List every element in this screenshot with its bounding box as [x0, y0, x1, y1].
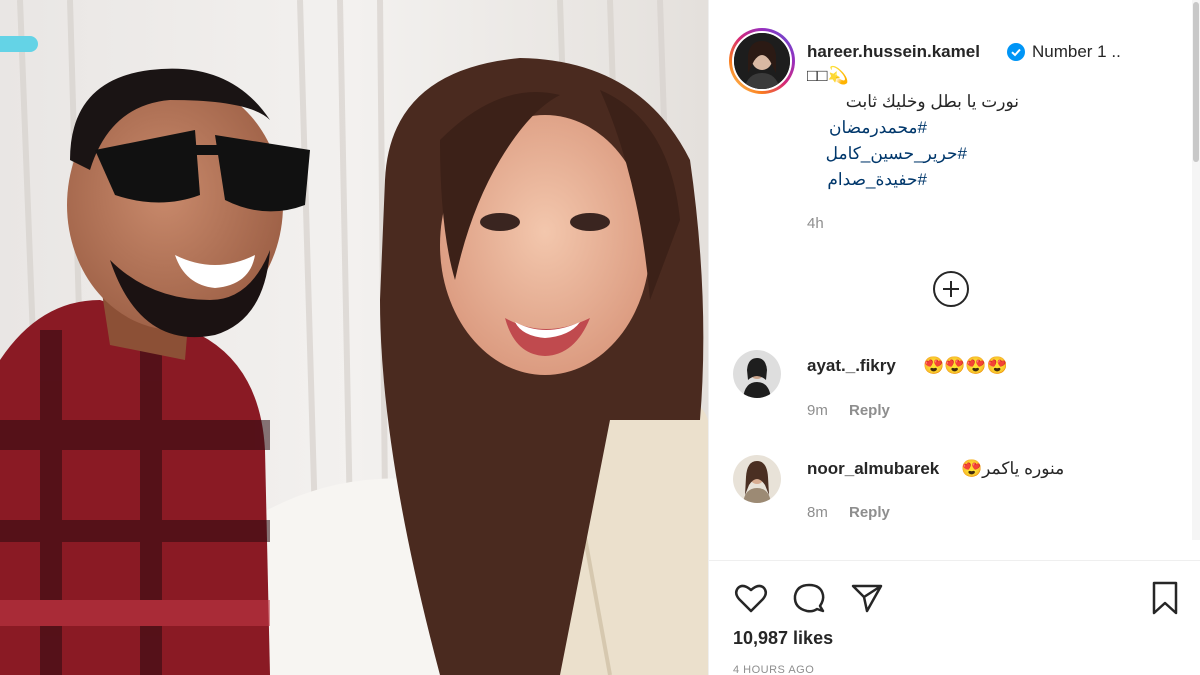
- comment-icon[interactable]: [789, 578, 829, 618]
- verified-badge-icon: [1007, 43, 1025, 61]
- reply-button[interactable]: Reply: [849, 504, 890, 521]
- post-photo-illustration: [0, 0, 708, 675]
- comment-avatar-image: [733, 455, 781, 503]
- load-more-comments-button[interactable]: [933, 271, 969, 307]
- action-divider: [709, 560, 1200, 561]
- hashtag-link[interactable]: #حرير_حسين_كامل: [807, 144, 967, 164]
- comment-time[interactable]: 8m: [807, 504, 828, 521]
- caption-arabic: نورت يا بطل وخليك ثابت: [845, 92, 1019, 111]
- author-avatar-ring[interactable]: [729, 28, 795, 94]
- comment-time[interactable]: 9m: [807, 402, 828, 419]
- hashtag-link[interactable]: #حفيدة_صدام: [807, 170, 927, 190]
- heart-icon[interactable]: [731, 578, 771, 618]
- reply-button[interactable]: Reply: [849, 402, 890, 419]
- author-avatar[interactable]: [732, 31, 792, 91]
- posted-time: 4 HOURS AGO: [733, 664, 815, 675]
- comment-avatar[interactable]: [733, 350, 781, 398]
- author-avatar-image: [734, 33, 790, 89]
- post-photo[interactable]: [0, 0, 708, 675]
- comment-avatar-image: [733, 350, 781, 398]
- caption-emoji: □□💫: [807, 66, 849, 85]
- comment-text: 😍😍😍😍: [923, 356, 1008, 375]
- comment-username[interactable]: ayat._.fikry: [807, 356, 896, 376]
- share-icon[interactable]: [847, 578, 887, 618]
- scrollbar[interactable]: [1192, 0, 1200, 540]
- caption-first-line: Number 1 ..: [1032, 42, 1121, 61]
- scrollbar-thumb[interactable]: [1193, 2, 1199, 162]
- comment-text: منوره ياكمر😍: [961, 459, 1065, 478]
- author-username[interactable]: hareer.hussein.kamel: [807, 42, 980, 62]
- post-time[interactable]: 4h: [807, 215, 824, 232]
- comment-avatar[interactable]: [733, 455, 781, 503]
- post-details-panel: hareer.hussein.kamel Number 1 .. □□💫 نور…: [708, 0, 1200, 675]
- comment-username[interactable]: noor_almubarek: [807, 459, 939, 479]
- likes-count[interactable]: 10,987 likes: [733, 628, 833, 649]
- hashtag-link[interactable]: #محمدرمضان: [807, 118, 927, 138]
- bookmark-icon[interactable]: [1145, 578, 1185, 618]
